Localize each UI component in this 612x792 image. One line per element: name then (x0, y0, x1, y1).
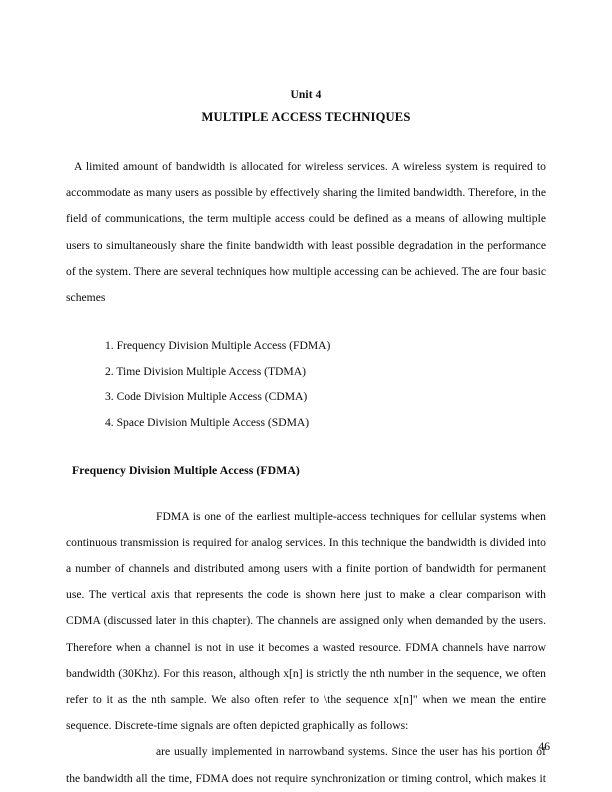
list-item: 4. Space Division Multiple Access (SDMA) (105, 416, 310, 429)
closing-paragraph: are usually implemented in narrowband sy… (66, 745, 546, 785)
page-content: Unit 4 MULTIPLE ACCESS TECHNIQUES A limi… (66, 84, 546, 792)
fdma-body: FDMA is one of the earliest multiple-acc… (66, 504, 546, 792)
document-page: Unit 4 MULTIPLE ACCESS TECHNIQUES A limi… (0, 0, 612, 792)
access-schemes-list: 1. Frequency Division Multiple Access (F… (66, 333, 546, 435)
page-title: MULTIPLE ACCESS TECHNIQUES (201, 110, 411, 124)
fdma-paragraph: FDMA is one of the earliest multiple-acc… (66, 509, 546, 733)
section-heading-fdma: Frequency Division Multiple Access (FDMA… (72, 463, 300, 477)
list-item: 1. Frequency Division Multiple Access (F… (105, 339, 331, 353)
list-item: 3. Code Division Multiple Access (CDMA) (105, 390, 308, 404)
page-number: 46 (538, 740, 550, 753)
list-item: 2. Time Division Multiple Access (TDMA) (105, 364, 306, 378)
unit-label: Unit 4 (290, 89, 322, 101)
intro-paragraph: A limited amount of bandwidth is allocat… (66, 160, 546, 305)
title-block: Unit 4 MULTIPLE ACCESS TECHNIQUES (66, 84, 546, 128)
